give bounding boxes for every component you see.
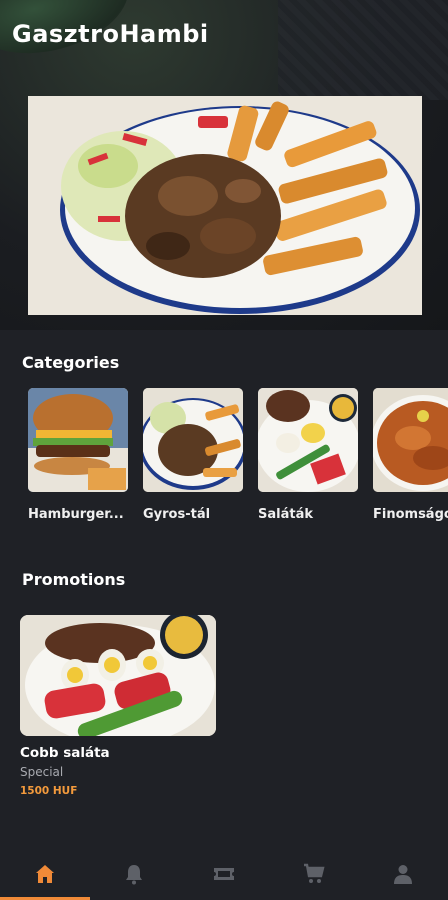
ticket-icon bbox=[213, 868, 234, 880]
promotions-title: Promotions bbox=[22, 570, 126, 589]
category-image-delicacies bbox=[373, 388, 448, 492]
category-label: Saláták bbox=[258, 507, 313, 522]
categories-title: Categories bbox=[22, 353, 120, 372]
nav-home[interactable] bbox=[0, 848, 90, 900]
category-card-hamburger[interactable]: Hamburger... bbox=[28, 388, 128, 522]
category-image-hamburger bbox=[28, 388, 128, 492]
promotion-name: Cobb saláta bbox=[20, 745, 110, 761]
nav-coupons[interactable] bbox=[179, 848, 269, 900]
cart-icon bbox=[303, 863, 325, 883]
category-label: Gyros-tál bbox=[143, 507, 211, 522]
nav-cart[interactable] bbox=[269, 848, 359, 900]
categories-carousel[interactable]: Hamburger... Gyros-tál Saláták Finomság bbox=[28, 388, 448, 528]
category-card-gyros[interactable]: Gyros-tál bbox=[143, 388, 243, 522]
nav-notifications[interactable] bbox=[90, 848, 180, 900]
category-card-salads[interactable]: Saláták bbox=[258, 388, 358, 522]
nav-profile[interactable] bbox=[358, 848, 448, 900]
promotion-card[interactable]: Cobb saláta Special 1500 HUF bbox=[20, 615, 216, 797]
user-icon bbox=[394, 865, 413, 884]
category-card-delicacies[interactable]: Finomságok bbox=[373, 388, 448, 522]
app-title: GasztroHambi bbox=[12, 20, 209, 48]
category-label: Finomságok bbox=[373, 507, 448, 522]
category-image-gyros bbox=[143, 388, 243, 492]
header-banner: GasztroHambi bbox=[0, 0, 448, 330]
bottom-navigation bbox=[0, 848, 448, 900]
promotion-image bbox=[20, 615, 216, 736]
home-icon bbox=[35, 865, 54, 883]
bell-icon bbox=[126, 865, 143, 885]
decor-cloth bbox=[278, 0, 448, 100]
category-label: Hamburger... bbox=[28, 507, 124, 522]
hero-image[interactable] bbox=[28, 96, 422, 315]
category-image-salads bbox=[258, 388, 358, 492]
promotion-price: 1500 HUF bbox=[20, 785, 78, 797]
promotion-subtitle: Special bbox=[20, 765, 64, 779]
